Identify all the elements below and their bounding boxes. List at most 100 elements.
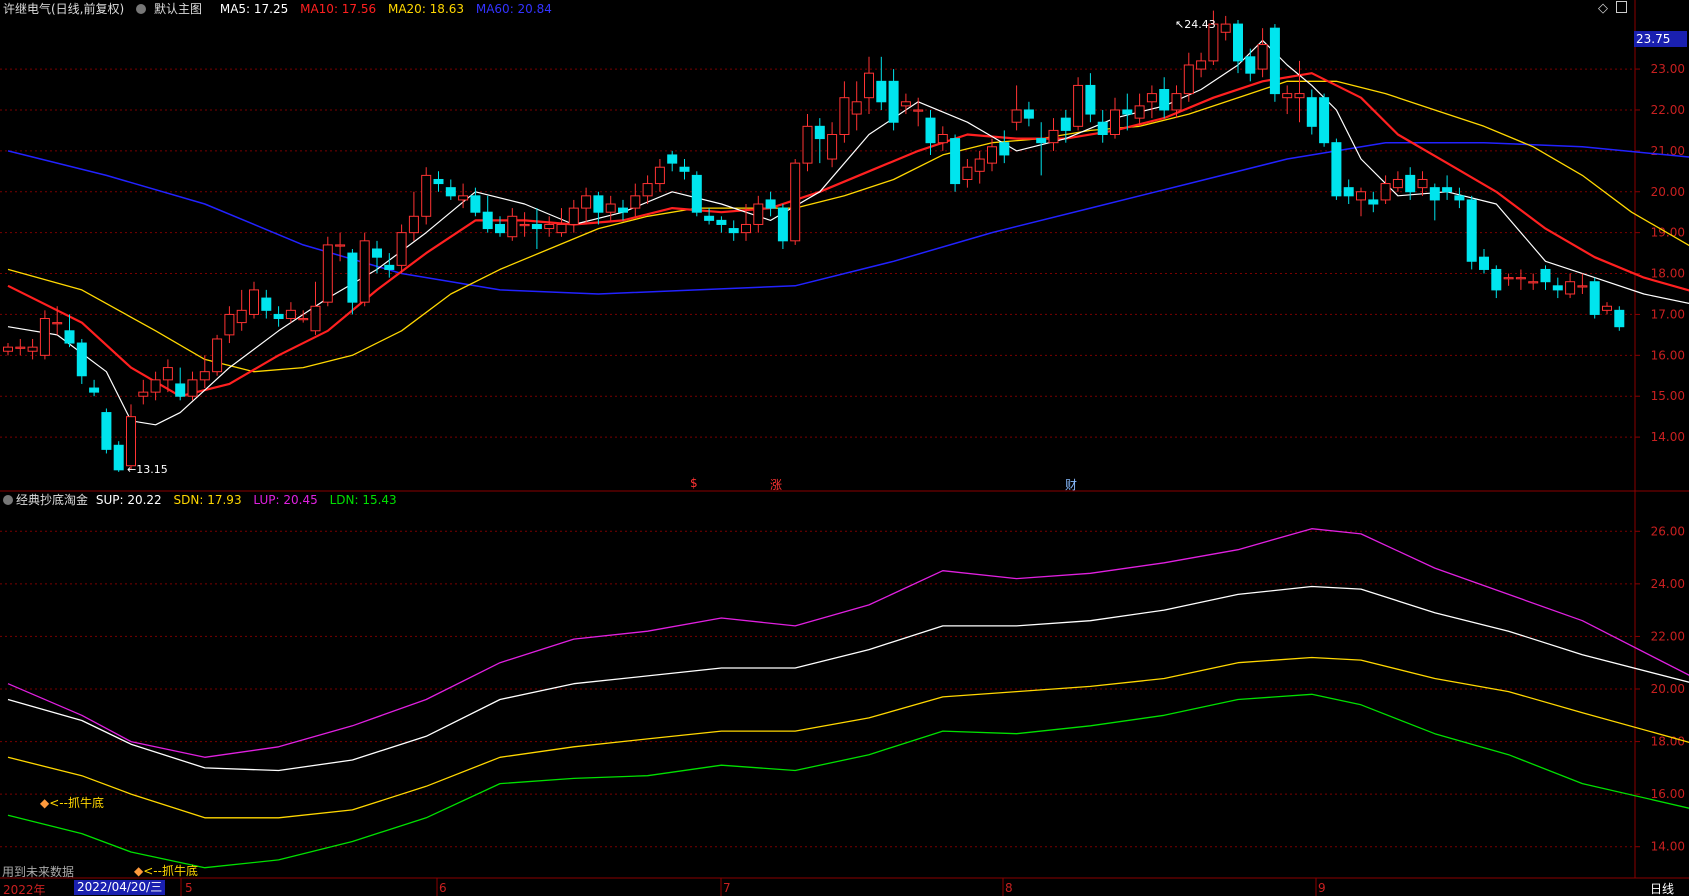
- low-price-label: 13.15: [136, 463, 168, 476]
- candle-body: [39, 318, 50, 356]
- candle-body: [175, 383, 186, 397]
- candle-body: [310, 305, 321, 332]
- candle-body: [1503, 277, 1514, 280]
- stock-name[interactable]: 许继电气(日线,前复权): [3, 2, 124, 16]
- candle-body: [741, 223, 751, 234]
- candle-body: [1343, 187, 1354, 197]
- candle-body: [1368, 199, 1379, 205]
- candle-body: [937, 134, 948, 144]
- candle-body: [1515, 277, 1526, 280]
- candle-body: [987, 146, 997, 164]
- window-restore-icon[interactable]: [1616, 1, 1627, 13]
- y-tick-label: 22.00: [1651, 629, 1685, 643]
- candle-body: [1540, 268, 1551, 283]
- month-label-5: 5: [185, 881, 193, 895]
- y-tick-label: 22.00: [1651, 103, 1685, 117]
- candle-body: [1392, 178, 1403, 189]
- candle-body: [1196, 60, 1207, 70]
- low-price-marker: ←13.15: [127, 463, 168, 476]
- candle-body: [531, 223, 542, 230]
- candle-body: [753, 203, 764, 225]
- candle-body: [76, 342, 87, 377]
- event-mark-dollar[interactable]: $: [690, 476, 698, 490]
- candle-body: [1036, 138, 1047, 144]
- high-price-label: 24.43: [1184, 18, 1216, 31]
- candle-body: [335, 244, 346, 247]
- candle-body: [1528, 281, 1539, 284]
- candle-body: [1429, 187, 1440, 201]
- y-tick-label: 18.00: [1651, 267, 1685, 281]
- candle-body: [1331, 142, 1342, 197]
- y-tick-label: 24.00: [1651, 577, 1685, 591]
- signal-icon: ◆: [134, 864, 144, 878]
- candle-body: [1110, 109, 1120, 136]
- candle-body: [187, 379, 198, 397]
- dropdown-circle-icon[interactable]: [136, 4, 147, 14]
- ma60-line: [7, 141, 1689, 295]
- candle-body: [913, 109, 924, 112]
- candle-body: [654, 166, 665, 185]
- candle-body: [1097, 121, 1108, 135]
- future-data-note: 用到未来数据: [2, 865, 75, 879]
- lup-label: LUP: 20.45: [253, 493, 318, 507]
- candle-body: [1380, 183, 1391, 201]
- candle-body: [162, 367, 173, 381]
- indicator-name[interactable]: 经典抄底淘金: [16, 493, 88, 507]
- candle-body: [236, 309, 247, 324]
- candle-body: [999, 142, 1010, 156]
- ma20-label: MA20: 18.63: [387, 2, 465, 16]
- event-mark-rise[interactable]: 涨: [770, 476, 782, 493]
- candle-body: [851, 101, 862, 115]
- candle-body: [802, 125, 813, 164]
- candle-body: [384, 264, 395, 270]
- candle-body: [1491, 268, 1502, 291]
- candle-body: [322, 244, 333, 303]
- candle-body: [630, 195, 641, 209]
- candle-body: [458, 195, 469, 201]
- sup-label: SUP: 20.22: [95, 493, 162, 507]
- candle-body: [839, 97, 850, 135]
- event-mark-finance[interactable]: 财: [1065, 476, 1077, 493]
- cursor-date-box: 2022/04/20/三: [74, 880, 166, 895]
- month-label-6: 6: [439, 881, 447, 895]
- y-tick-label: 14.00: [1651, 430, 1685, 444]
- candle-body: [27, 346, 38, 352]
- candle-body: [1159, 89, 1170, 111]
- signal-label-1: <--抓牛底: [49, 796, 104, 810]
- candle-body: [482, 211, 493, 230]
- candle-body: [1048, 129, 1059, 144]
- candle-body: [1417, 178, 1428, 189]
- candle-body: [593, 195, 604, 213]
- candle-body: [556, 223, 567, 234]
- dropdown-circle-icon[interactable]: [3, 495, 13, 505]
- chart-canvas[interactable]: 14.0015.0016.0017.0018.0019.0020.0021.00…: [0, 0, 1689, 896]
- sub-panel-header: 经典抄底淘金 SUP: 20.22 SDN: 17.93 LUP: 20.45 …: [3, 491, 405, 509]
- candle-body: [950, 138, 961, 185]
- template-selector[interactable]: 默认主图: [136, 2, 210, 16]
- candle-body: [544, 223, 555, 230]
- candle-body: [64, 330, 75, 344]
- candle-body: [581, 195, 592, 209]
- period-daily-button[interactable]: 日线: [1650, 880, 1674, 896]
- candle-body: [507, 215, 518, 238]
- buy-signal-2: ◆<--抓牛底: [134, 862, 198, 879]
- candle-body: [347, 252, 358, 303]
- candle-body: [1085, 84, 1096, 115]
- candle-body: [765, 199, 776, 209]
- diamond-icon[interactable]: ◇: [1598, 1, 1608, 16]
- candle-body: [1479, 256, 1489, 270]
- candle-body: [150, 379, 161, 393]
- candle-body: [1602, 305, 1612, 311]
- candle-body: [1466, 199, 1477, 262]
- candle-body: [101, 412, 112, 450]
- candle-body: [704, 215, 715, 221]
- y-tick-label: 14.00: [1651, 840, 1685, 854]
- candle-body: [827, 134, 838, 160]
- candle-body: [900, 101, 911, 107]
- candle-body: [519, 223, 530, 227]
- candle-body: [470, 195, 481, 213]
- candle-body: [372, 248, 382, 258]
- window-controls: ◇: [1598, 0, 1635, 18]
- candle-body: [1073, 84, 1084, 127]
- candle-body: [1552, 285, 1563, 291]
